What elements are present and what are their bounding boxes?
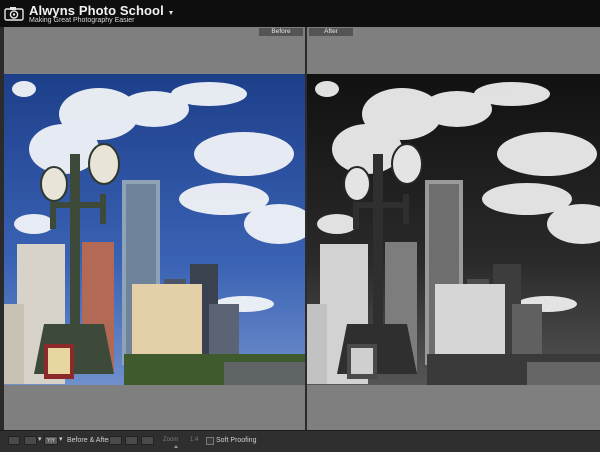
- before-photo[interactable]: [4, 74, 305, 385]
- before-after-label: Before & After :: [67, 437, 115, 444]
- before-label: Before: [259, 28, 303, 36]
- zoom-slider-thumb[interactable]: [174, 445, 178, 448]
- identity-plate: Alwyns Photo School Making Great Photogr…: [0, 0, 600, 27]
- soft-proofing-label[interactable]: Soft Proofing: [216, 435, 256, 446]
- after-label: After: [309, 28, 353, 36]
- copy-after-to-before-icon[interactable]: [141, 436, 154, 445]
- before-after-view-icon[interactable]: Y|Y: [44, 436, 58, 445]
- bottom-toolbar: ▾ Y|Y ▾ Before & After : Zoom 1:4 Soft P…: [0, 430, 600, 452]
- loupe-view-icon[interactable]: [8, 436, 20, 445]
- app-title: Alwyns Photo School: [29, 3, 164, 18]
- after-pane[interactable]: After: [307, 27, 600, 430]
- copy-before-to-after-icon[interactable]: [125, 436, 138, 445]
- after-photo[interactable]: [307, 74, 600, 385]
- identity-menu-caret-icon[interactable]: [169, 11, 173, 15]
- swap-left-right-icon[interactable]: [109, 436, 122, 445]
- before-after-compare-view: Before After: [4, 27, 600, 430]
- before-after-caret-icon[interactable]: ▾: [59, 434, 63, 445]
- zoom-value: 1:4: [190, 437, 199, 443]
- compare-view-icon[interactable]: [24, 436, 37, 445]
- view-mode-caret-icon[interactable]: ▾: [38, 434, 42, 445]
- before-pane[interactable]: Before: [4, 27, 307, 430]
- camera-icon: [4, 7, 24, 21]
- soft-proofing-checkbox[interactable]: [206, 437, 214, 445]
- app-subtitle: Making Great Photography Easier: [29, 17, 135, 24]
